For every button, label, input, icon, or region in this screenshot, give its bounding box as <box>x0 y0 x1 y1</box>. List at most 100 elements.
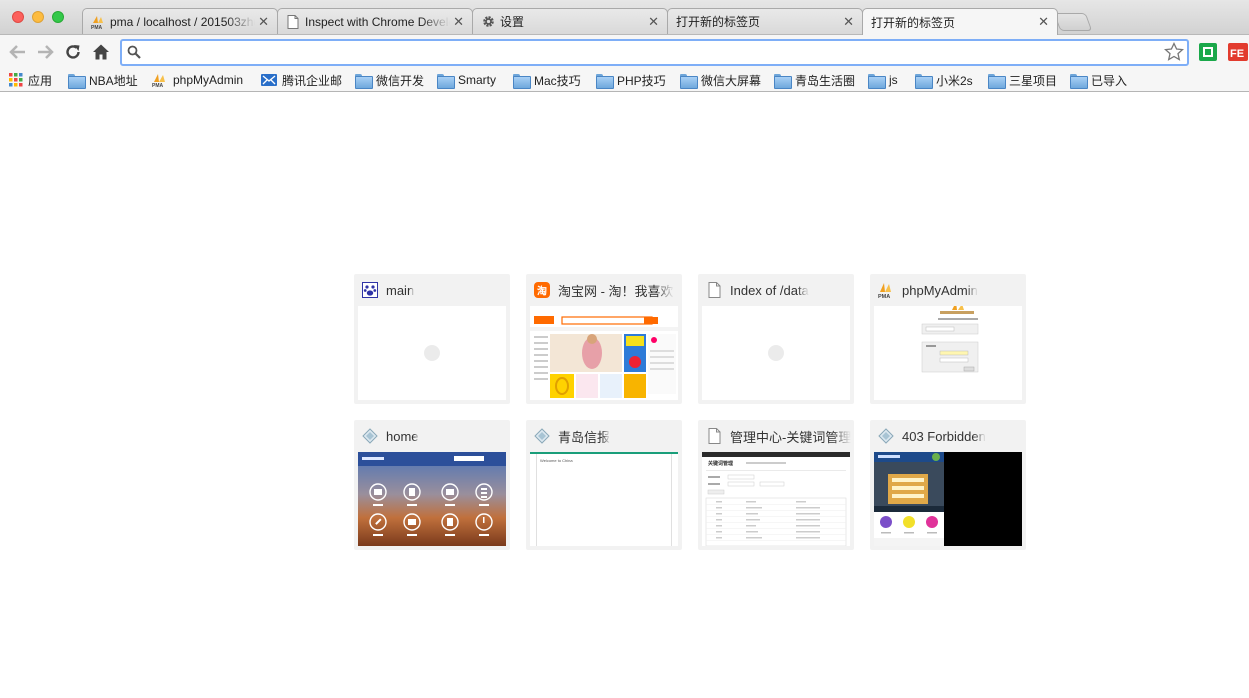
bookmark-label: 已导入 <box>1091 73 1128 88</box>
tab-new-tab-1[interactable]: 打开新的标签页 ✕ <box>667 8 863 34</box>
bookmark-apps[interactable]: 应用 <box>9 71 52 89</box>
extension-fe-icon[interactable]: FE <box>1228 42 1248 62</box>
bookmark-smarty[interactable]: Smarty <box>437 71 496 89</box>
close-icon[interactable]: ✕ <box>258 14 269 30</box>
tile-thumbnail <box>874 306 1022 400</box>
tab-label: pma / localhost / 201503zhuanti <box>110 14 255 29</box>
close-icon[interactable]: ✕ <box>843 14 854 30</box>
bookmark-label: 三星项目 <box>1009 73 1058 88</box>
folder-icon <box>1070 73 1088 89</box>
folder-icon <box>68 73 86 89</box>
reload-icon <box>66 45 80 59</box>
folder-icon <box>774 73 792 89</box>
new-tab-button[interactable] <box>1053 13 1093 31</box>
tile-title: 淘宝网 - 淘！我喜欢 <box>558 283 674 299</box>
most-visited-tile[interactable]: 管理中心-关键词管理 关键词管理 <box>698 420 854 550</box>
close-icon[interactable]: ✕ <box>648 14 659 30</box>
folder-icon <box>596 73 614 89</box>
tab-label: Inspect with Chrome Developer Tools <box>305 14 450 29</box>
forward-arrow-icon <box>38 45 54 59</box>
close-icon[interactable]: ✕ <box>453 14 464 30</box>
bookmark-label: 微信大屏幕 <box>701 73 762 88</box>
bookmark-label: js <box>889 73 898 87</box>
bookmark-label: NBA地址 <box>89 73 138 88</box>
back-button[interactable] <box>7 41 29 63</box>
bookmark-label: 腾讯企业邮 <box>282 73 343 88</box>
most-visited-tile[interactable]: 淘 淘宝网 - 淘！我喜欢 <box>526 274 682 404</box>
bookmarks-bar: 应用 NBA地址 PMA phpMyAdmin 腾讯企业邮 微信开发 Smart… <box>0 68 1249 92</box>
zoom-window-button[interactable] <box>52 11 64 23</box>
svg-text:PMA: PMA <box>152 83 164 87</box>
reload-button[interactable] <box>62 41 84 63</box>
bookmark-label: PHP技巧 <box>617 73 666 88</box>
most-visited-tile[interactable]: main <box>354 274 510 404</box>
diamond-icon <box>878 428 894 444</box>
bookmark-mac-tips[interactable]: Mac技巧 <box>513 71 581 89</box>
diamond-icon <box>362 428 378 444</box>
tile-title: main <box>386 282 415 298</box>
tab-label: 设置 <box>500 15 525 29</box>
forward-button[interactable] <box>34 41 56 63</box>
tab-pma[interactable]: PMA pma / localhost / 201503zhuanti ✕ <box>82 8 278 34</box>
bookmark-qingdao-life[interactable]: 青岛生活圈 <box>774 71 855 89</box>
bookmark-label: 应用 <box>28 73 53 88</box>
address-input[interactable] <box>146 43 1156 62</box>
page-icon <box>706 428 722 444</box>
tile-title: 青岛信报 <box>558 429 611 445</box>
close-window-button[interactable] <box>12 11 24 23</box>
bookmark-wechat-dev[interactable]: 微信开发 <box>355 71 424 89</box>
tile-thumbnail <box>874 452 1022 546</box>
phpmyadmin-icon: PMA <box>878 282 894 298</box>
bookmark-imported[interactable]: 已导入 <box>1070 71 1127 89</box>
extension-green-icon[interactable] <box>1198 42 1218 62</box>
tile-thumbnail <box>358 306 506 400</box>
bookmark-label: 微信开发 <box>376 73 425 88</box>
bookmark-phpmyadmin[interactable]: PMA phpMyAdmin <box>152 71 243 89</box>
loading-spinner <box>768 345 784 361</box>
diamond-icon <box>534 428 550 444</box>
most-visited-tile[interactable]: PMA phpMyAdmin <box>870 274 1026 404</box>
folder-icon <box>513 73 531 89</box>
tab-label: 打开新的标签页 <box>676 15 761 29</box>
bookmark-label: Mac技巧 <box>534 73 581 88</box>
most-visited-tile[interactable]: 403 Forbidden <box>870 420 1026 550</box>
search-icon <box>127 45 141 62</box>
bookmark-js[interactable]: js <box>868 71 898 89</box>
address-bar[interactable] <box>120 39 1189 66</box>
minimize-window-button[interactable] <box>32 11 44 23</box>
tab-label: 打开新的标签页 <box>871 15 956 30</box>
tab-new-tab-active[interactable]: 打开新的标签页 ✕ <box>862 8 1058 35</box>
tile-thumbnail <box>702 306 850 400</box>
bookmark-label: 小米2s <box>936 73 973 88</box>
bookmark-samsung[interactable]: 三星项目 <box>988 71 1057 89</box>
bookmark-wechat-screen[interactable]: 微信大屏幕 <box>680 71 761 89</box>
tile-title: Index of /data <box>730 282 809 298</box>
gear-icon <box>481 15 495 29</box>
most-visited-tile[interactable]: Index of /data <box>698 274 854 404</box>
apps-grid-icon <box>9 73 23 87</box>
close-icon[interactable]: ✕ <box>1038 14 1049 30</box>
bookmark-php-tips[interactable]: PHP技巧 <box>596 71 666 89</box>
bookmark-label: Smarty <box>458 73 497 87</box>
tile-thumbnail <box>530 306 678 400</box>
most-visited-tile[interactable]: 青岛信报 Welcome to China <box>526 420 682 550</box>
tab-strip: PMA pma / localhost / 201503zhuanti ✕ In… <box>0 0 1249 35</box>
most-visited-tile[interactable]: home <box>354 420 510 550</box>
loading-spinner <box>424 345 440 361</box>
bookmark-tencent-mail[interactable]: 腾讯企业邮 <box>261 71 342 89</box>
bookmark-xiaomi[interactable]: 小米2s <box>915 71 973 89</box>
tab-settings[interactable]: 设置 ✕ <box>472 8 668 34</box>
tile-title: home <box>386 428 419 444</box>
folder-icon <box>680 73 698 89</box>
home-button[interactable] <box>90 41 112 63</box>
phpmyadmin-icon: PMA <box>152 73 168 87</box>
page-icon <box>286 14 300 29</box>
tab-inspect[interactable]: Inspect with Chrome Developer Tools ✕ <box>277 8 473 34</box>
tile-title: 管理中心-关键词管理 <box>730 429 852 445</box>
folder-icon <box>868 73 886 89</box>
folder-icon <box>988 73 1006 89</box>
bookmark-star-icon[interactable] <box>1163 41 1185 65</box>
bookmark-nba[interactable]: NBA地址 <box>68 71 138 89</box>
tile-title: 403 Forbidden <box>902 428 986 444</box>
baidu-paw-icon <box>362 282 378 298</box>
